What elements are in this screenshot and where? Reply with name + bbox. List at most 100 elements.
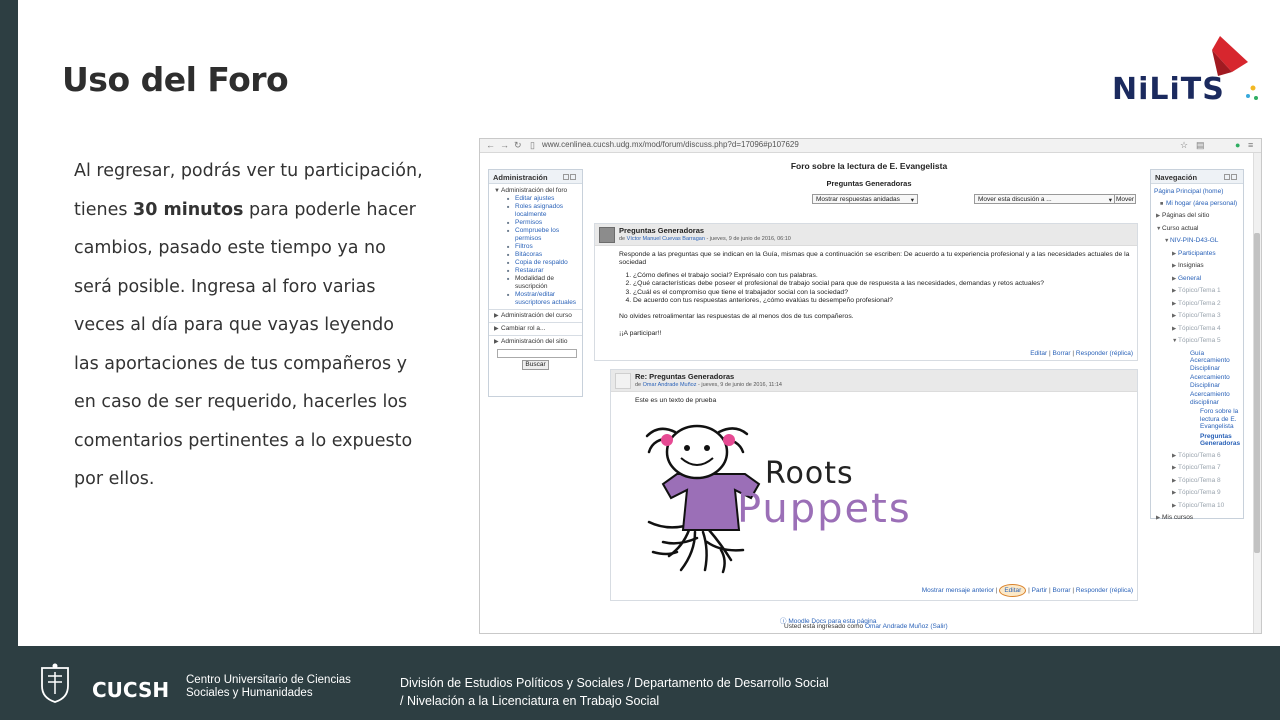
reload-icon[interactable]: ↻	[514, 140, 522, 151]
admin-link[interactable]: Editar ajustes	[493, 195, 578, 203]
back-icon[interactable]: ←	[486, 140, 495, 150]
admin-subscription-mode[interactable]: Modalidad de suscripción	[493, 275, 578, 291]
nav-item-current-course[interactable]: ▼Curso actual	[1154, 223, 1240, 236]
nav-item-badges[interactable]: ▶ Insignias	[1154, 260, 1240, 273]
nav-item-my-courses[interactable]: ▶ Mis cursos	[1154, 512, 1240, 525]
admin-link[interactable]: Filtros	[493, 243, 578, 251]
delete-link[interactable]: Borrar	[1053, 587, 1071, 594]
nav-item-topic[interactable]: ▶ Tópico/Tema 2	[1154, 298, 1240, 311]
forum-post: Preguntas Generadoras de Víctor Manuel C…	[594, 223, 1138, 361]
nav-item-topic[interactable]: ▶ Tópico/Tema 8	[1154, 475, 1240, 488]
move-button[interactable]: Mover	[1114, 194, 1136, 204]
split-link[interactable]: Partir	[1032, 587, 1048, 594]
page-scrollbar[interactable]	[1253, 153, 1261, 633]
roots-puppets-image: Roots Puppets	[637, 418, 927, 578]
admin-link[interactable]: Permisos	[493, 219, 578, 227]
block-controls-icon[interactable]	[1223, 173, 1239, 180]
edit-link[interactable]: Editar	[999, 584, 1027, 597]
org-name: Centro Universitario de Ciencias Sociale…	[186, 674, 351, 699]
author-link[interactable]: Omar Andrade Muñoz	[643, 382, 697, 388]
nav-item-approach[interactable]: Acercamiento Disciplinar	[1154, 374, 1240, 389]
post-header: Re: Preguntas Generadoras de Omar Andrad…	[611, 370, 1137, 392]
post-subject: Re: Preguntas Generadoras	[635, 372, 735, 381]
admin-search-input[interactable]	[497, 349, 577, 358]
reply-link[interactable]: Responder (réplica)	[1076, 587, 1133, 594]
nav-item-guide[interactable]: Guía Acercamiento Disciplinar	[1154, 350, 1240, 373]
site-admin-item[interactable]: ▶ Administración del sitio	[493, 338, 578, 346]
nav-item-forum[interactable]: Foro sobre la lectura de E. Evangelista	[1154, 408, 1240, 431]
status-icon: ●	[1235, 140, 1241, 150]
nilits-logo: NiLiTS	[1108, 32, 1258, 112]
nav-item-topic[interactable]: ▼Tópico/Tema 5	[1154, 335, 1240, 348]
admin-link[interactable]: Mostrar/editar suscriptores actuales	[493, 291, 578, 307]
post-author-line: de Víctor Manuel Cuevas Barragan - jueve…	[619, 236, 791, 242]
extension-icon[interactable]: ▤	[1196, 140, 1205, 151]
nav-item-participants[interactable]: ▶ Participantes	[1154, 248, 1240, 261]
nav-item-home[interactable]: Página Principal (home)	[1154, 186, 1240, 198]
post-subject: Preguntas Generadoras	[619, 226, 705, 235]
nav-item-my-home[interactable]: ■ Mi hogar (área personal)	[1154, 198, 1240, 211]
admin-link[interactable]: Roles asignados localmente	[493, 203, 578, 219]
logo-wordmark: NiLiTS	[1112, 72, 1225, 107]
show-previous-link[interactable]: Mostrar mensaje anterior	[922, 587, 994, 594]
scrollbar-thumb[interactable]	[1254, 233, 1260, 553]
menu-icon[interactable]: ≡	[1248, 140, 1253, 150]
display-mode-select[interactable]: Mostrar respuestas anidadas ▾	[812, 194, 918, 204]
nav-item-questions[interactable]: Preguntas Generadoras	[1154, 433, 1240, 448]
nav-item-approach[interactable]: Acercamiento disciplinar	[1154, 391, 1240, 406]
reply-link[interactable]: Responder (réplica)	[1076, 350, 1133, 357]
nav-item-topic[interactable]: ▶ Tópico/Tema 10	[1154, 500, 1240, 513]
admin-list: ▼Administración del foro Editar ajustes …	[489, 184, 582, 373]
post-header: Preguntas Generadoras de Víctor Manuel C…	[595, 224, 1137, 246]
url-text[interactable]: www.cenlinea.cucsh.udg.mx/mod/forum/disc…	[542, 140, 799, 149]
admin-link[interactable]: Copia de respaldo	[493, 259, 578, 267]
post-actions: Editar | Borrar | Responder (réplica)	[1030, 350, 1133, 357]
image-word-puppets: Puppets	[737, 486, 912, 532]
forum-content: Foro sobre la lectura de E. Evangelista …	[594, 161, 1144, 208]
nav-item-topic[interactable]: ▶ Tópico/Tema 7	[1154, 462, 1240, 475]
nav-item-site-pages[interactable]: ▶ Páginas del sitio	[1154, 210, 1240, 223]
search-button[interactable]: Buscar	[522, 360, 549, 370]
avatar[interactable]	[615, 373, 631, 389]
nav-item-course[interactable]: ▼NIV-PIN-D43-GL	[1154, 235, 1240, 248]
star-icon[interactable]: ☆	[1180, 140, 1188, 151]
admin-link[interactable]: Compruebe los permisos	[493, 227, 578, 243]
slide-footer: CUCSH Centro Universitario de Ciencias S…	[0, 646, 1280, 720]
nav-item-topic[interactable]: ▶ Tópico/Tema 6	[1154, 450, 1240, 463]
logged-in-info: Usted está ingresado como Omar Andrade M…	[784, 623, 948, 630]
delete-link[interactable]: Borrar	[1053, 350, 1071, 357]
author-link[interactable]: Víctor Manuel Cuevas Barragan	[627, 236, 705, 242]
post-closing: ¡¡A participar!!	[619, 329, 662, 337]
admin-link[interactable]: Bitácoras	[493, 251, 578, 259]
nav-item-general[interactable]: ▶ General	[1154, 273, 1240, 286]
org-acronym: CUCSH	[92, 678, 170, 702]
browser-toolbar: ← → ↻ ▯ www.cenlinea.cucsh.udg.mx/mod/fo…	[480, 139, 1261, 153]
user-link[interactable]: Omar Andrade Muñoz	[865, 623, 929, 630]
list-item: ¿Cómo defines el trabajo social? Exprésa…	[633, 272, 1131, 280]
forum-post-reply: Re: Preguntas Generadoras de Omar Andrad…	[610, 369, 1138, 601]
avatar[interactable]	[599, 227, 615, 243]
browser-screenshot: ← → ↻ ▯ www.cenlinea.cucsh.udg.mx/mod/fo…	[479, 138, 1262, 634]
nav-item-topic[interactable]: ▶ Tópico/Tema 3	[1154, 310, 1240, 323]
slide-body-text: Al regresar, podrás ver tu participación…	[74, 152, 424, 499]
post-body: Este es un texto de prueba	[635, 397, 717, 404]
nav-item-topic[interactable]: ▶ Tópico/Tema 1	[1154, 285, 1240, 298]
change-role-item[interactable]: ▶ Cambiar rol a...	[493, 325, 578, 333]
page-icon: ▯	[530, 140, 535, 150]
forum-admin-item[interactable]: ▼ Administración del foro	[493, 187, 578, 195]
logout-link[interactable]: (Salir)	[929, 623, 947, 630]
navigation-block: Navegación Página Principal (home) ■ Mi h…	[1150, 169, 1244, 521]
move-discussion-select[interactable]: Mover esta discusión a ... ▾	[974, 194, 1116, 204]
list-item: De acuerdo con tus respuestas anteriores…	[633, 297, 1131, 305]
course-admin-item[interactable]: ▶ Administración del curso	[493, 312, 578, 320]
edit-link[interactable]: Editar	[1030, 350, 1047, 357]
nav-item-topic[interactable]: ▶ Tópico/Tema 9	[1154, 487, 1240, 500]
block-controls-icon[interactable]	[562, 173, 578, 180]
nav-tree: Página Principal (home) ■ Mi hogar (área …	[1151, 184, 1243, 527]
nav-item-topic[interactable]: ▶ Tópico/Tema 4	[1154, 323, 1240, 336]
admin-link[interactable]: Restaurar	[493, 267, 578, 275]
post-actions: Mostrar mensaje anterior | Editar | Part…	[922, 584, 1133, 597]
forward-icon[interactable]: →	[500, 140, 509, 150]
list-item: ¿Qué características debe poseer el prof…	[633, 280, 1131, 288]
slide: Uso del Foro Al regresar, podrás ver tu …	[18, 0, 1280, 646]
